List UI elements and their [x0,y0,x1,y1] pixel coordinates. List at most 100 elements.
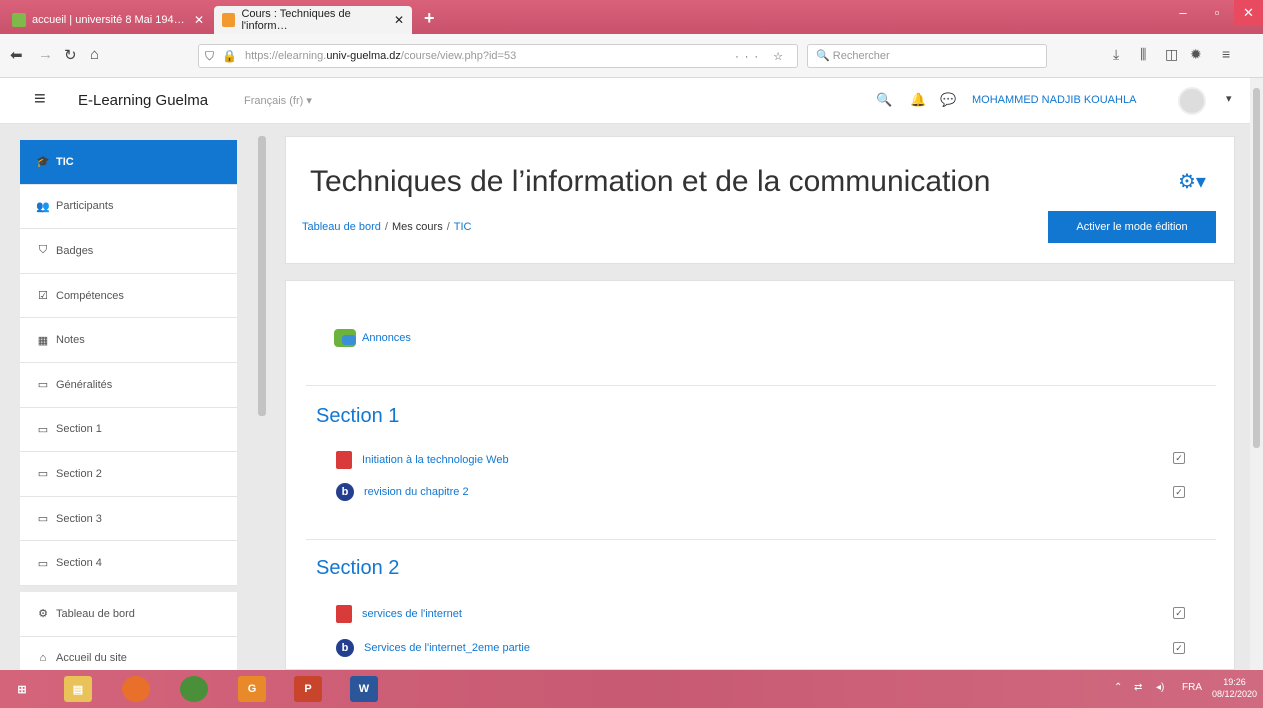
completion-checkbox[interactable]: ✓ [1173,607,1185,619]
tab-label: Cours : Techniques de l'inform… [241,8,351,32]
word-icon[interactable]: W [350,676,378,702]
drawer-scroll-thumb[interactable] [258,136,266,416]
completion-checkbox[interactable]: ✓ [1173,452,1185,464]
app-orange-icon[interactable]: G [238,676,266,702]
drawer-item-section-4[interactable]: ▭ Section 4 [20,541,237,586]
tab-close-icon[interactable]: ✕ [194,13,204,27]
clock[interactable]: 19:26 08/12/2020 [1212,676,1257,700]
breadcrumb-separator: / [384,221,388,233]
drawer-item-participants[interactable]: 👥 Participants [20,184,237,230]
bell-icon[interactable]: 🔔 [910,92,926,108]
drawer-item-dashboard[interactable]: ⚙ Tableau de bord [20,591,237,637]
page-scrollbar[interactable] [1250,78,1263,670]
section-title[interactable]: Section 1 [316,405,399,428]
dashboard-icon: ⚙ [38,608,48,621]
page-actions-icon[interactable]: ··· ☆ [735,50,789,63]
network-icon[interactable]: ⇄ [1134,682,1142,693]
drawer-item-label: Tableau de bord [56,607,135,620]
taskbar: ⊞ ▤ G P W ⌃ ⇄ ◂) FRA 19:26 08/12/2020 [0,670,1263,708]
gear-icon[interactable]: ⚙▾ [1178,169,1206,194]
tray-arrow-icon[interactable]: ⌃ [1114,682,1122,693]
library-icon[interactable]: ⫼ [1140,46,1146,63]
tab-label: accueil | université 8 Mai 194… [32,14,185,26]
search-icon[interactable]: 🔍 [876,92,892,108]
drawer-item-section-1[interactable]: ▭ Section 1 [20,407,237,453]
drawer-item-label: TIC [56,155,74,168]
back-icon[interactable]: ⬅ [10,46,23,64]
drawer-item-section-2[interactable]: ▭ Section 2 [20,452,237,497]
drawer-toggle-icon[interactable]: ≡ [34,88,46,111]
activity-link[interactable]: b Services de l'internet_2eme partie [336,639,530,657]
drawer-scrollbar[interactable] [256,124,268,670]
user-menu-caret-icon[interactable]: ▾ [1226,92,1232,105]
drawer-item-label: Section 4 [56,557,102,570]
user-name[interactable]: MOHAMMED NADJIB KOUAHLA [972,94,1136,106]
breadcrumb-course[interactable]: TIC [454,221,472,233]
breadcrumb-my-courses[interactable]: Mes cours [392,221,443,233]
search-placeholder: Rechercher [832,50,890,62]
drawer-item-badges[interactable]: ⛉ Badges [20,229,237,274]
menu-icon[interactable]: ≡ [1222,46,1230,62]
minimize-icon[interactable]: – [1166,0,1200,26]
drawer-item-label: Compétences [56,289,124,302]
volume-icon[interactable]: ◂) [1156,682,1164,693]
windows-start-icon[interactable]: ⊞ [8,676,36,702]
users-icon: 👥 [36,200,50,213]
chrome-icon[interactable] [180,676,208,702]
message-icon[interactable]: 💬 [940,92,956,108]
completion-checkbox[interactable]: ✓ [1173,642,1185,654]
browser-tab-active[interactable]: Cours : Techniques de l'inform… ✕ [214,6,412,34]
download-icon[interactable]: ⤓ [1113,46,1119,63]
site-name[interactable]: E-Learning Guelma [78,92,208,109]
folder-icon: ▭ [37,513,49,526]
drawer-item-label: Généralités [56,378,113,391]
drawer-item-competences[interactable]: ☑ Compétences [20,273,237,319]
drawer-item-label: Section 2 [56,467,102,480]
drawer-item-notes[interactable]: ▦ Notes [20,318,237,363]
activity-link[interactable]: Initiation à la technologie Web [336,451,509,469]
new-tab-icon[interactable]: + [424,8,435,29]
url-bar[interactable]: ⛉ 🔒 https://elearning. univ-guelma.dz/cou… [198,44,798,68]
window-close-icon[interactable]: ✕ [1234,0,1263,26]
clock-time: 19:26 [1223,677,1246,687]
announcements-label: Annonces [362,332,411,344]
firefox-icon[interactable] [122,676,150,702]
browser-tab-strip: accueil | université 8 Mai 194… ✕ Cours … [0,0,1263,34]
file-explorer-icon[interactable]: ▤ [64,676,92,702]
search-input[interactable]: 🔍 Rechercher [807,44,1047,68]
home-icon[interactable]: ⌂ [90,46,99,63]
maximize-icon[interactable]: ▫ [1200,0,1234,26]
drawer-item-tic[interactable]: 🎓 TIC [20,140,237,185]
extension-icon[interactable]: ✹ [1190,46,1202,63]
activity-link[interactable]: b revision du chapitre 2 [336,483,469,501]
language-indicator[interactable]: FRA [1182,682,1202,693]
reload-icon[interactable]: ↻ [64,46,77,64]
powerpoint-icon[interactable]: P [294,676,322,702]
language-menu[interactable]: Français (fr) ▾ [244,94,312,107]
section-title[interactable]: Section 2 [316,557,399,580]
avatar[interactable] [1178,87,1206,115]
activity-link[interactable]: services de l'internet [336,605,462,623]
drawer-item-section-3[interactable]: ▭ Section 3 [20,496,237,542]
browser-toolbar: ⬅ → ↻ ⌂ ⛉ 🔒 https://elearning. univ-guelm… [0,34,1263,78]
edit-mode-button[interactable]: Activer le mode édition [1048,211,1216,243]
forward-icon[interactable]: → [38,46,53,63]
tab-close-icon[interactable]: ✕ [394,13,404,27]
sidebar-icon[interactable]: ◫ [1165,46,1178,63]
completion-checkbox[interactable]: ✓ [1173,486,1185,498]
breadcrumb-dashboard[interactable]: Tableau de bord [302,221,381,233]
announcements-link[interactable]: Annonces [334,329,411,347]
tab-favicon-icon [12,13,26,27]
shield-icon: ⛉ [205,48,215,63]
drawer-item-label: Section 3 [56,512,102,525]
activity-label: services de l'internet [362,608,462,620]
bigbluebutton-icon: b [336,483,354,501]
drawer-item-generalites[interactable]: ▭ Généralités [20,362,237,408]
folder-icon: ▭ [37,379,49,392]
course-content: Annonces Section 1 Initiation à la techn… [285,280,1235,670]
forum-icon [334,329,356,347]
browser-tab[interactable]: accueil | université 8 Mai 194… ✕ [4,6,212,34]
page-header: Techniques de l’information et de la com… [285,136,1235,264]
page-scroll-thumb[interactable] [1253,88,1260,448]
drawer-item-label: Notes [56,334,85,347]
